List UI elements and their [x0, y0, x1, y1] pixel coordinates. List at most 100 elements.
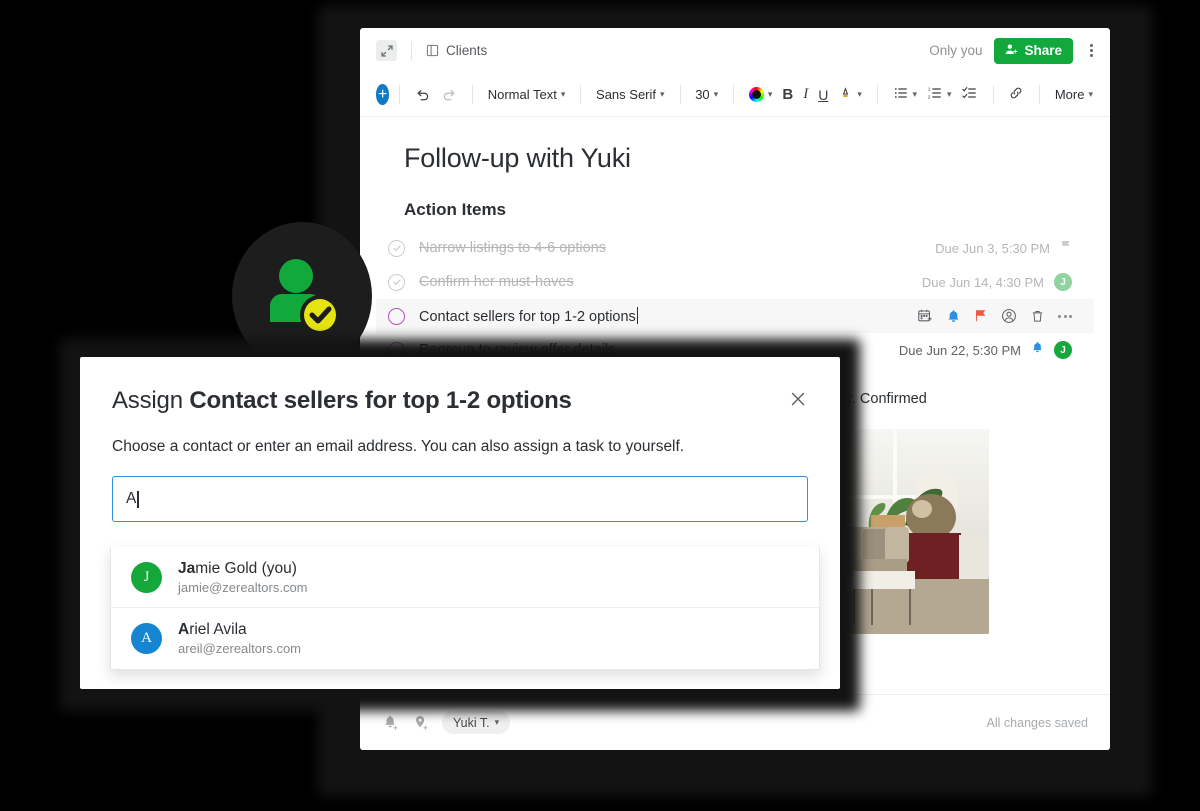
task-label: Contact sellers for top 1-2 options: [419, 307, 639, 325]
bell-icon[interactable]: [946, 309, 961, 324]
screenshot-root: Clients Only you Share + Normal Text ▾ S…: [0, 0, 1200, 811]
overflow-icon[interactable]: [1058, 314, 1072, 318]
assignee-chip-label: Yuki T.: [453, 715, 490, 730]
calendar-add-icon[interactable]: [917, 308, 933, 324]
highlight-button[interactable]: ▾: [833, 83, 867, 107]
assign-person-icon[interactable]: [1001, 308, 1017, 324]
row-icon-group: [917, 308, 1072, 324]
contact-name-rest: mie Gold (you): [195, 559, 297, 577]
add-reminder-icon[interactable]: [382, 714, 400, 732]
modal-title: Assign Contact sellers for top 1-2 optio…: [112, 387, 572, 415]
toolbar-divider: [733, 85, 734, 104]
chevron-down-icon: ▾: [494, 717, 500, 727]
contact-name-match: Ja: [178, 559, 196, 577]
list-item[interactable]: J Jamie Gold (you) jamie@zerealtors.com: [111, 547, 819, 608]
contact-email: areil@zerealtors.com: [178, 641, 302, 656]
task-row-active[interactable]: Contact sellers for top 1-2 options: [376, 299, 1094, 333]
task-row[interactable]: Narrow listings to 4-6 options Due Jun 3…: [376, 231, 1094, 265]
redo-icon[interactable]: [436, 84, 462, 106]
task-meta: Due Jun 14, 4:30 PM J: [922, 273, 1072, 291]
flag-icon[interactable]: [1060, 239, 1072, 257]
modal-title-prefix: Assign: [112, 387, 190, 414]
task-due-date: Due Jun 22, 5:30 PM: [898, 342, 1021, 358]
task-meta: Due Jun 22, 5:30 PM J: [899, 341, 1072, 359]
checkbox-checked-icon[interactable]: [388, 239, 405, 257]
add-location-icon[interactable]: [412, 714, 430, 732]
numbered-list-icon: 1 2: [927, 85, 943, 104]
contact-name-rest: riel Avila: [189, 621, 247, 638]
toolbar-divider: [679, 85, 681, 104]
font-size-value: 30: [695, 87, 710, 102]
header-actions: Only you Share: [929, 37, 1098, 64]
formatting-toolbar: + Normal Text ▾ Sans Serif ▾ 30 ▾ ▾ B I …: [360, 73, 1110, 117]
toolbar-divider: [399, 85, 401, 104]
toolbar-divider: [992, 85, 994, 104]
bold-button[interactable]: B: [777, 83, 798, 106]
underline-button[interactable]: U: [813, 84, 833, 106]
modal-subtitle: Choose a contact or enter an email addre…: [112, 438, 685, 455]
person-add-icon: [1005, 43, 1018, 59]
page-title: Follow-up with Yuki: [404, 143, 631, 173]
breadcrumb[interactable]: Clients: [426, 43, 487, 58]
more-label: More: [1054, 87, 1085, 102]
share-button[interactable]: Share: [994, 37, 1073, 64]
only-you-label: Only you: [929, 43, 983, 58]
chevron-down-icon: ▾: [560, 89, 566, 99]
italic-button[interactable]: I: [798, 83, 813, 106]
assignee-chip[interactable]: Yuki T. ▾: [442, 711, 511, 734]
contact-name: Jamie Gold (you): [178, 560, 297, 577]
undo-icon[interactable]: [410, 84, 436, 106]
insert-add-button[interactable]: +: [376, 84, 390, 105]
toolbar-divider: [472, 85, 473, 104]
more-options-button[interactable]: More ▾: [1050, 84, 1098, 105]
font-family-dropdown[interactable]: Sans Serif ▾: [591, 84, 670, 105]
chevron-down-icon: ▾: [1088, 89, 1093, 99]
breadcrumb-label: Clients: [446, 43, 488, 58]
avatar[interactable]: J: [1054, 273, 1072, 291]
save-status: All changes saved: [986, 715, 1088, 730]
kebab-menu-icon[interactable]: [1085, 40, 1098, 61]
chevron-down-icon: ▾: [912, 89, 918, 99]
checkbox-unchecked-icon[interactable]: [388, 307, 405, 325]
svg-text:1: 1: [928, 87, 931, 93]
text-color-button[interactable]: ▾: [744, 84, 778, 105]
chevron-down-icon: ▾: [947, 89, 952, 99]
header-divider: [411, 41, 412, 60]
link-icon: [1008, 85, 1024, 104]
bulleted-list-button[interactable]: ▾: [888, 82, 923, 107]
task-row[interactable]: Confirm her must-haves Due Jun 14, 4:30 …: [376, 265, 1094, 299]
avatar: A: [131, 623, 162, 654]
flag-icon[interactable]: [974, 309, 988, 323]
share-label: Share: [1024, 43, 1062, 58]
toolbar-divider: [1039, 85, 1040, 104]
checkbox-checked-icon[interactable]: [388, 273, 405, 291]
task-label: Confirm her must-haves: [419, 274, 574, 290]
font-family-value: Sans Serif: [596, 87, 657, 102]
close-icon[interactable]: [786, 387, 810, 416]
chevron-down-icon: ▾: [857, 89, 862, 99]
numbered-list-button[interactable]: 1 2 ▾: [922, 82, 957, 107]
chevron-down-icon: ▾: [767, 89, 773, 99]
task-action-icons: [917, 308, 1072, 324]
trash-icon[interactable]: [1030, 309, 1045, 324]
list-item[interactable]: A Ariel Avila areil@zerealtors.com: [111, 608, 819, 669]
section-heading: Action Items: [404, 200, 507, 219]
bulleted-list-icon: [893, 85, 909, 104]
bell-icon[interactable]: [1031, 341, 1044, 359]
avatar: J: [131, 561, 162, 593]
checklist-button[interactable]: [957, 82, 983, 107]
link-button[interactable]: [1003, 82, 1029, 107]
assignee-search-input[interactable]: A: [112, 476, 808, 522]
font-size-dropdown[interactable]: 30 ▾: [690, 84, 723, 105]
document-icon: [426, 44, 439, 57]
toolbar-divider: [580, 85, 582, 104]
task-label: Narrow listings to 4-6 options: [419, 240, 606, 256]
underline-label: U: [818, 86, 829, 103]
modal-header: Assign Contact sellers for top 1-2 optio…: [80, 357, 840, 416]
expand-icon[interactable]: [376, 40, 397, 61]
contact-suggestions-dropdown: J Jamie Gold (you) jamie@zerealtors.com …: [110, 547, 820, 670]
paragraph-style-dropdown[interactable]: Normal Text ▾: [483, 84, 571, 105]
avatar[interactable]: J: [1054, 341, 1072, 359]
paragraph-style-value: Normal Text: [487, 87, 557, 102]
svg-text:2: 2: [928, 95, 931, 101]
